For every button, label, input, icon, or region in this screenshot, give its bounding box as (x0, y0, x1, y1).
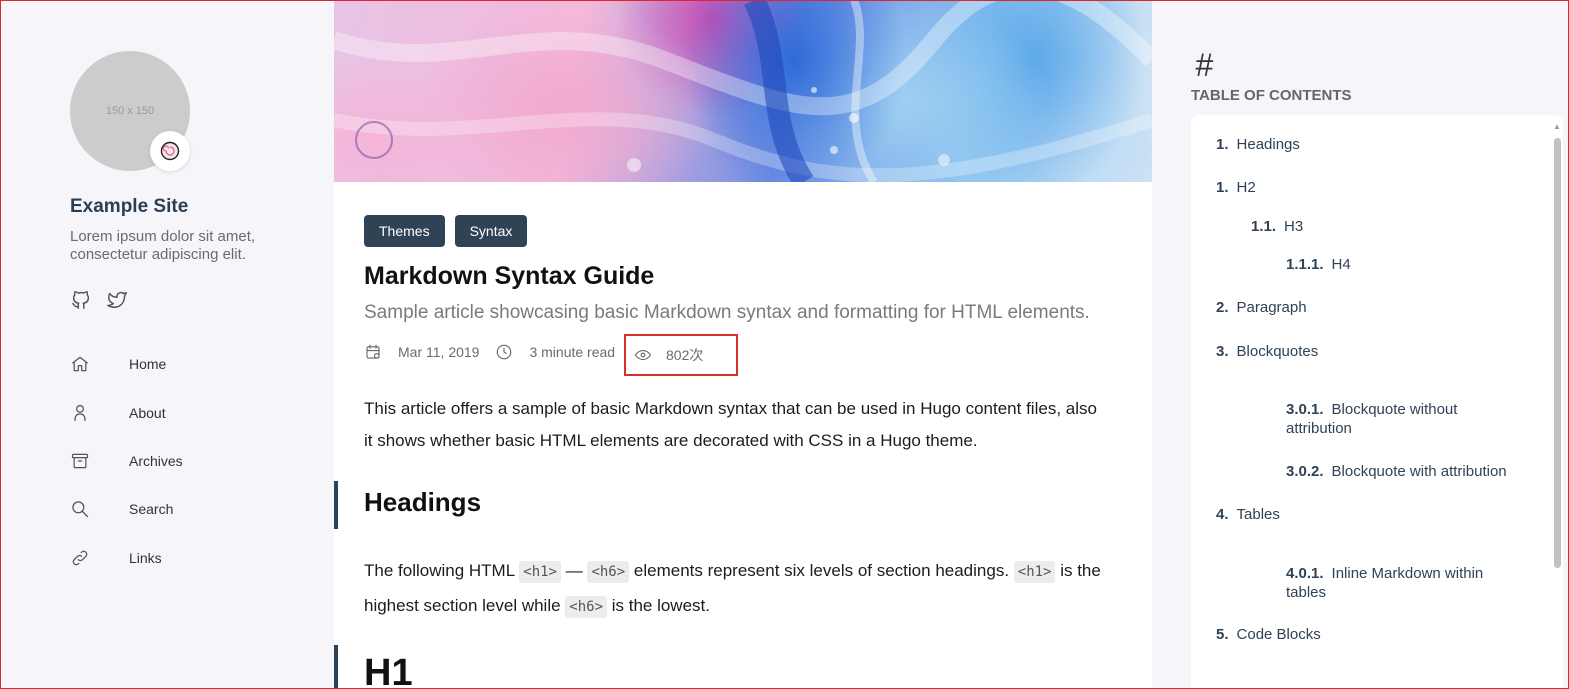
avatar-emoji-badge (150, 131, 190, 171)
inline-code: <h1> (1013, 561, 1056, 583)
sidebar-item-label: Archives (129, 452, 183, 469)
sidebar-item-search[interactable]: Search (70, 485, 183, 533)
sidebar-item-links[interactable]: Links (70, 534, 183, 582)
toc-item[interactable]: 4.0.1. Inline Markdown within tables (1286, 564, 1526, 602)
view-count-value: 802次 (666, 347, 704, 363)
home-icon (70, 354, 90, 374)
paragraph-text: The following HTML (364, 561, 520, 580)
emoji-icon (160, 141, 180, 161)
sidebar: 150 x 150 Example Site Lorem ipsum dolor… (0, 0, 334, 689)
eye-icon (634, 346, 652, 364)
toc-item[interactable]: 5. Code Blocks (1216, 625, 1321, 644)
heading-accent-bar (334, 481, 338, 529)
tag-syntax[interactable]: Syntax (454, 215, 528, 247)
sidebar-item-archives[interactable]: Archives (70, 437, 183, 485)
social-links (70, 289, 128, 311)
paragraph-text: — (565, 561, 583, 580)
heading-accent-bar (334, 645, 338, 689)
clock-icon (495, 343, 513, 361)
site-description: Lorem ipsum dolor sit amet, consectetur … (70, 228, 256, 263)
github-icon[interactable] (70, 289, 92, 311)
site-name[interactable]: Example Site (70, 196, 188, 218)
archive-icon (70, 451, 90, 471)
sidebar-item-label: Links (129, 549, 162, 566)
toc-item[interactable]: 2. Paragraph (1216, 298, 1307, 317)
inline-code: <h6> (565, 596, 607, 618)
toc-scrollbar[interactable] (1554, 138, 1561, 568)
scroll-up-arrow-icon[interactable]: ▲ (1553, 122, 1561, 131)
toc-item[interactable]: 1.1. H3 (1251, 217, 1303, 236)
calendar-icon (364, 343, 382, 361)
link-icon (70, 548, 90, 568)
inline-code: <h1> (519, 561, 561, 583)
sidebar-menu: Home About Archives Search Links (70, 340, 183, 582)
search-icon (70, 499, 90, 519)
hero-texture (334, 0, 1152, 182)
sidebar-item-label: Search (129, 501, 174, 518)
inline-code: <h6> (587, 561, 630, 583)
article-subtitle: Sample article showcasing basic Markdown… (364, 302, 1090, 323)
toc-item[interactable]: 4. Tables (1216, 505, 1280, 524)
paragraph-text: elements represent six levels of section… (629, 561, 1014, 580)
toc-anchor-icon[interactable]: # (1195, 47, 1213, 84)
tag-themes[interactable]: Themes (364, 215, 445, 247)
publish-date: Mar 11, 2019 (398, 344, 480, 360)
user-icon (70, 403, 90, 423)
sidebar-item-about[interactable]: About (70, 388, 183, 436)
section-heading: Headings (364, 487, 482, 517)
article-intro: This article offers a sample of basic Ma… (364, 399, 1097, 450)
article-card: Themes Syntax Markdown Syntax Guide Samp… (334, 0, 1152, 689)
toc-item[interactable]: 1.1.1. H4 (1286, 255, 1351, 274)
category-tags: Themes Syntax (364, 215, 528, 247)
toc-item[interactable]: 1. H2 (1216, 178, 1256, 197)
toc-item[interactable]: 1. Headings (1216, 135, 1300, 154)
toc-title: TABLE OF CONTENTS (1191, 87, 1352, 104)
sidebar-item-label: About (129, 404, 166, 421)
read-time: 3 minute read (529, 344, 616, 360)
sidebar-item-home[interactable]: Home (70, 340, 183, 388)
headings-paragraph: The following HTML <h1> — <h6> elements … (364, 554, 1124, 624)
view-count: 802次 (624, 334, 738, 376)
hero-image (334, 0, 1152, 182)
toc-item[interactable]: 3.0.2. Blockquote with attribution (1286, 462, 1507, 481)
avatar-placeholder-text: 150 x 150 (105, 105, 155, 117)
toc-item[interactable]: 3.0.1. Blockquote without attribution (1286, 400, 1526, 438)
paragraph-text: is the lowest. (607, 596, 710, 615)
sidebar-item-label: Home (129, 356, 167, 373)
h1-example-heading: H1 (364, 652, 413, 689)
toc-item[interactable]: 3. Blockquotes (1216, 342, 1318, 361)
article-meta: Mar 11, 2019 3 minute read (364, 343, 631, 361)
article-title: Markdown Syntax Guide (364, 262, 655, 290)
twitter-icon[interactable] (106, 289, 128, 311)
